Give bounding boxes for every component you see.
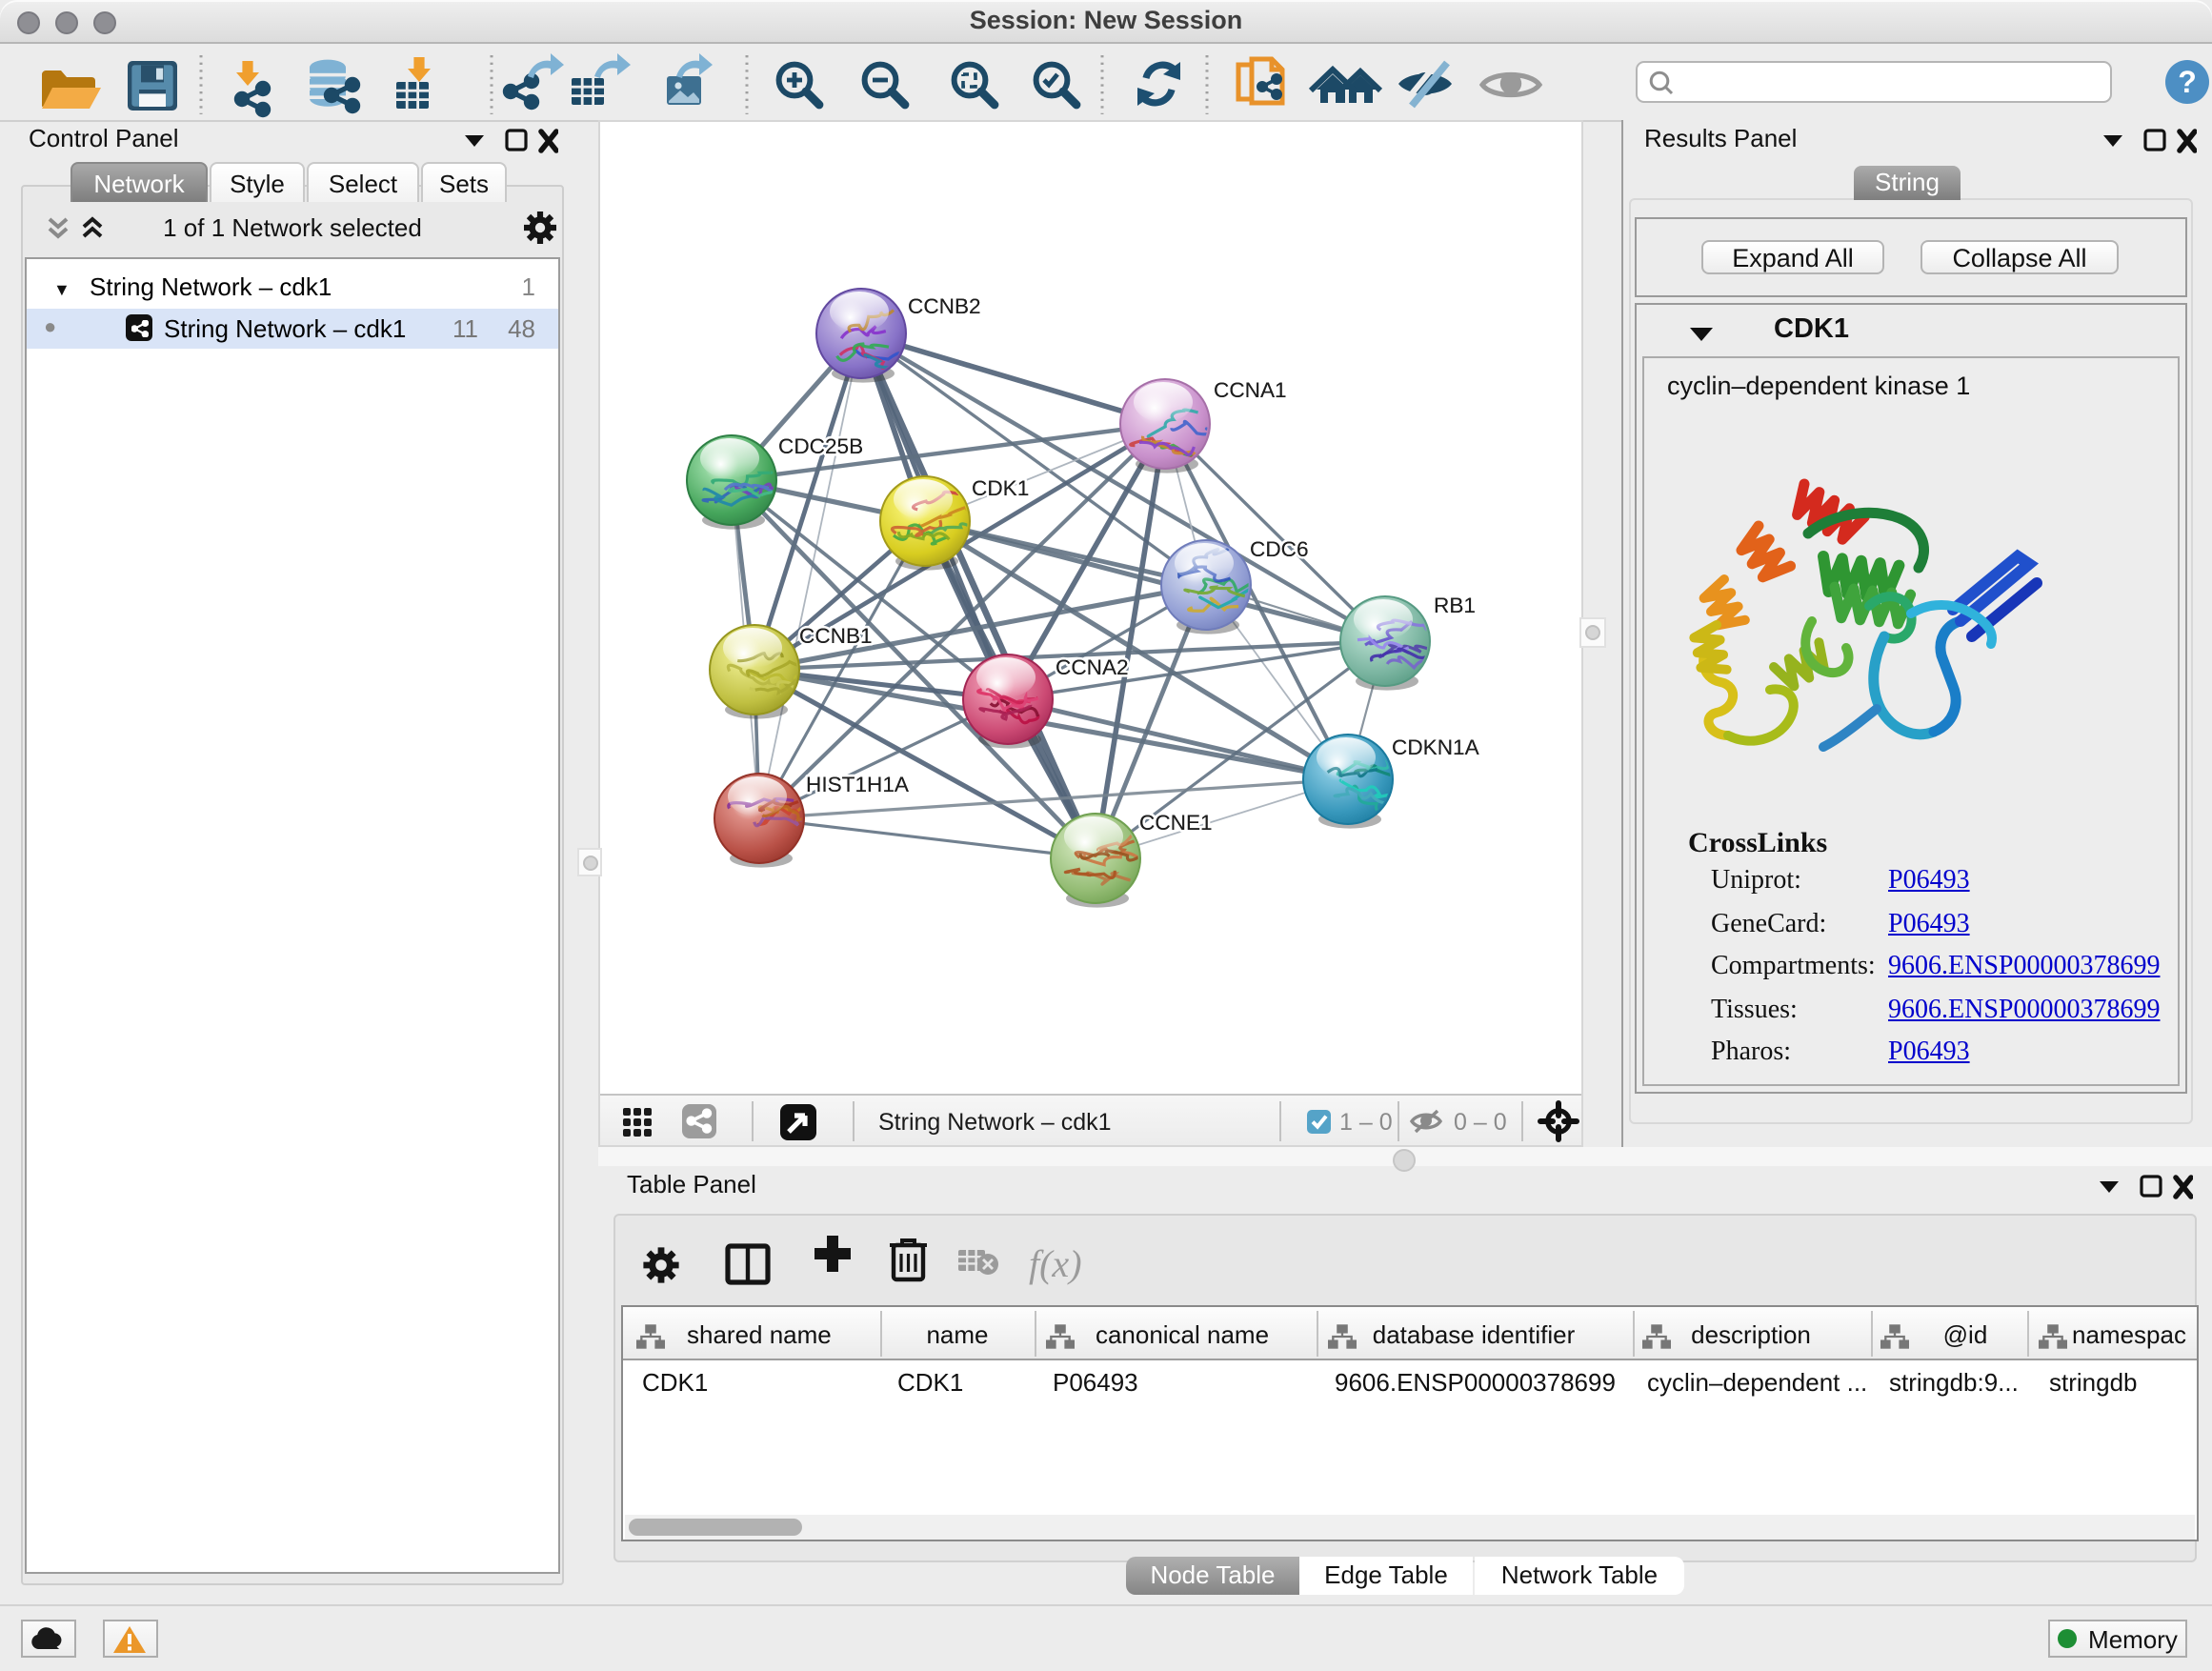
svg-text:0 – 0: 0 – 0 [1454,1109,1507,1136]
svg-text:HIST1H1A: HIST1H1A [806,773,910,796]
svg-text:CDC25B: CDC25B [778,434,863,458]
svg-text:?: ? [2178,65,2197,99]
svg-text:CCNB1: CCNB1 [799,624,873,648]
svg-text:CCNE1: CCNE1 [1139,811,1213,835]
svg-text:CCNA2: CCNA2 [1056,655,1129,679]
svg-text:RB1: RB1 [1434,594,1476,617]
svg-text:CDC6: CDC6 [1250,537,1309,561]
svg-text:CDK1: CDK1 [972,476,1029,500]
svg-text:f(x): f(x) [1029,1242,1082,1285]
svg-text:String Network – cdk1: String Network – cdk1 [878,1109,1112,1136]
svg-text:CDKN1A: CDKN1A [1392,735,1480,759]
svg-text:1 – 0: 1 – 0 [1339,1109,1393,1136]
svg-text:CCNA1: CCNA1 [1214,378,1287,402]
svg-text:CCNB2: CCNB2 [908,294,981,318]
